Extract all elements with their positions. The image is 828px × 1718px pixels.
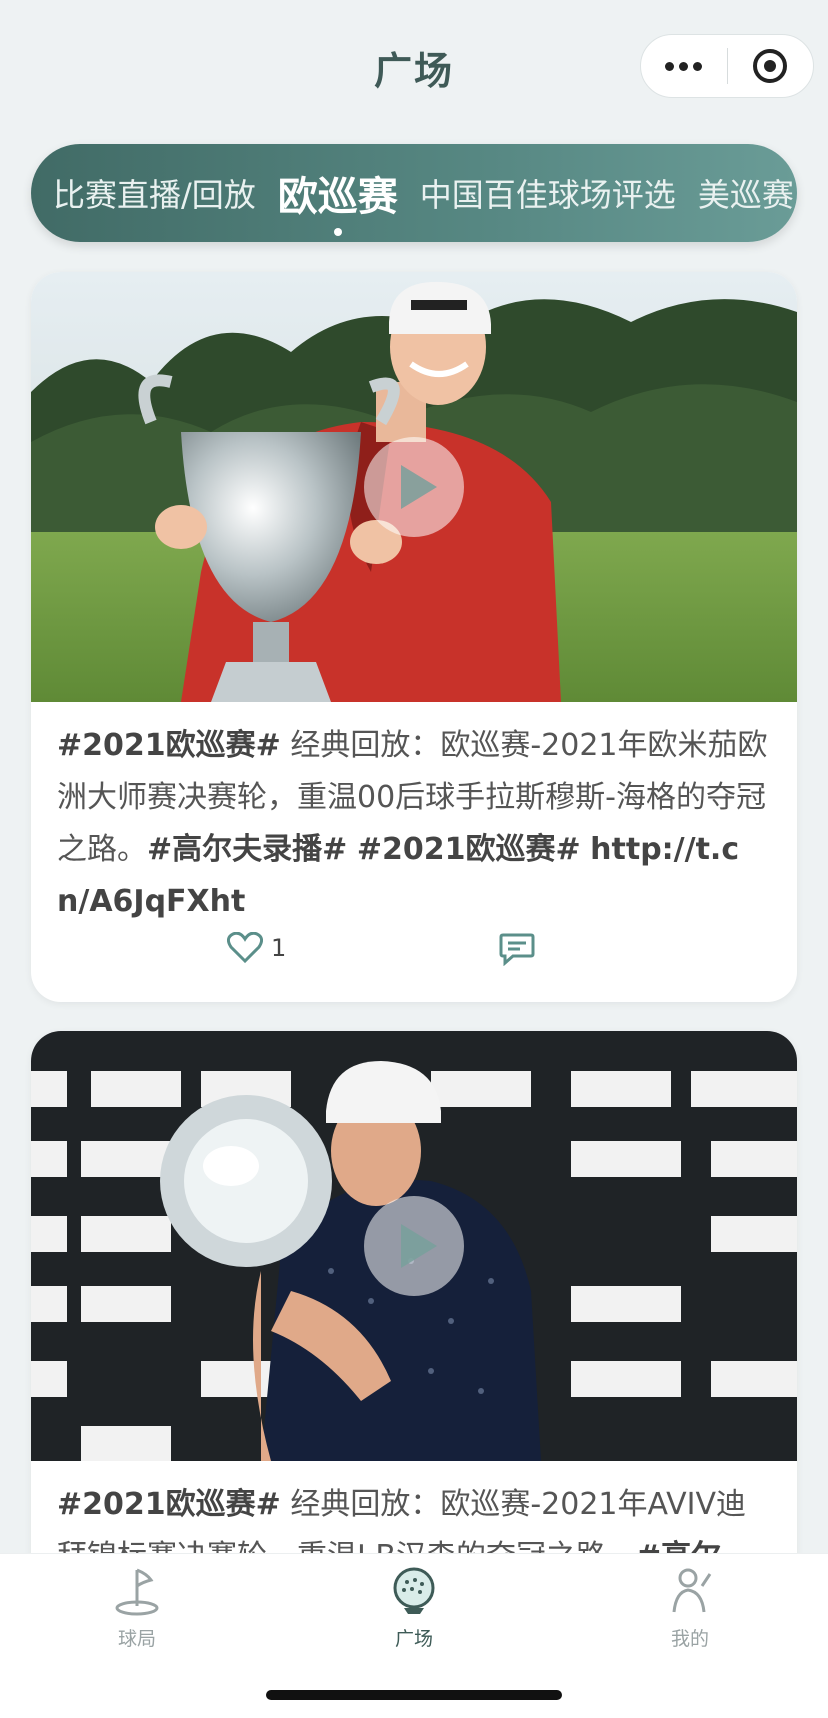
golf-ball-icon bbox=[393, 1567, 435, 1614]
mini-program-capsule bbox=[640, 34, 814, 98]
post-text: #2021欧巡赛# 经典回放：欧巡赛-2021年欧米茄欧洲大师赛决赛轮，重温00… bbox=[31, 702, 797, 928]
golfer-profile-icon bbox=[672, 1568, 712, 1613]
home-indicator bbox=[266, 1690, 562, 1700]
flag-hole-icon bbox=[115, 1568, 159, 1616]
comment-icon bbox=[499, 933, 535, 967]
hashtag[interactable]: #2021欧巡赛# bbox=[57, 1487, 281, 1522]
tabbar-item-square[interactable]: 广场 bbox=[354, 1566, 474, 1651]
heart-icon bbox=[227, 932, 263, 964]
play-icon[interactable] bbox=[364, 437, 464, 537]
tab-european-tour[interactable]: 欧巡赛 bbox=[278, 164, 398, 236]
tab-china-top-courses[interactable]: 中国百佳球场评选 bbox=[420, 170, 676, 216]
close-button[interactable] bbox=[728, 35, 814, 97]
comment-button[interactable] bbox=[499, 932, 535, 970]
post-card[interactable]: #2021欧巡赛# 经典回放：欧巡赛-2021年欧米茄欧洲大师赛决赛轮，重温00… bbox=[31, 272, 797, 1002]
post-actions: 1 bbox=[31, 932, 797, 982]
more-dots-icon bbox=[665, 61, 703, 71]
hashtag[interactable]: #2021欧巡赛# bbox=[357, 832, 581, 867]
tabbar-label: 球局 bbox=[117, 1628, 156, 1650]
tab-live-replay[interactable]: 比赛直播/回放 bbox=[53, 170, 256, 216]
tabbar-label: 我的 bbox=[670, 1628, 709, 1650]
video-thumbnail[interactable] bbox=[31, 1031, 797, 1461]
tabbar-item-profile[interactable]: 我的 bbox=[630, 1566, 750, 1651]
nav-header: 广场 bbox=[0, 0, 828, 134]
like-count: 1 bbox=[271, 934, 287, 962]
category-tabs: 比赛直播/回放 欧巡赛 中国百佳球场评选 美巡赛 bbox=[31, 144, 797, 242]
tabbar-item-games[interactable]: 球局 bbox=[77, 1566, 197, 1651]
target-circle-icon bbox=[753, 49, 788, 83]
play-icon[interactable] bbox=[364, 1196, 464, 1296]
hashtag[interactable]: #高尔夫录播# bbox=[147, 832, 347, 867]
tab-pga-tour[interactable]: 美巡赛 bbox=[698, 170, 794, 216]
more-button[interactable] bbox=[641, 35, 727, 97]
tabbar-label: 广场 bbox=[394, 1628, 433, 1650]
hashtag[interactable]: #2021欧巡赛# bbox=[57, 728, 281, 763]
like-button[interactable]: 1 bbox=[227, 932, 286, 964]
video-thumbnail[interactable] bbox=[31, 272, 797, 702]
